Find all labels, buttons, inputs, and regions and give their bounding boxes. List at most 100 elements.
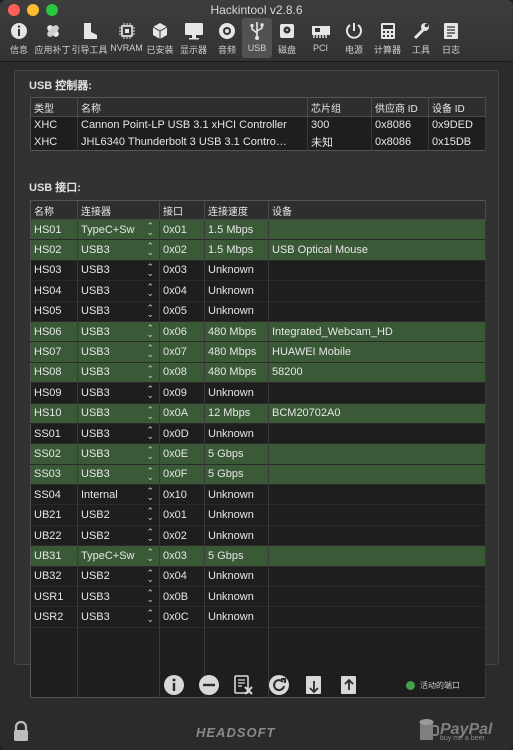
- connector-select[interactable]: Internal ⌃ ⌄: [77, 484, 160, 505]
- up-down-chevron-icon: ⌃ ⌄: [146, 588, 154, 605]
- boot-icon: [79, 21, 101, 41]
- port-row[interactable]: HS07 USB3 ⌃ ⌄ 0x07 480 Mbps HUAWEI Mobile: [30, 341, 486, 363]
- toolbar-pci[interactable]: PCI: [302, 18, 339, 58]
- port-row[interactable]: HS03 USB3 ⌃ ⌄ 0x03 Unknown: [30, 259, 486, 281]
- port-row[interactable]: USR1 USB3 ⌃ ⌄ 0x0B Unknown: [30, 586, 486, 607]
- column-header-device-id[interactable]: 设备 ID: [428, 97, 486, 117]
- controller-chipset-cell: 300: [307, 116, 372, 134]
- toolbar-calculator[interactable]: 计算器: [369, 18, 406, 58]
- connector-select[interactable]: USB3 ⌃ ⌄: [77, 422, 160, 444]
- column-header-name[interactable]: 名称: [77, 97, 308, 117]
- connector-value: USB3: [81, 447, 110, 460]
- column-header-chipset[interactable]: 芯片组: [307, 97, 372, 117]
- port-row[interactable]: HS05 USB3 ⌃ ⌄ 0x05 Unknown: [30, 300, 486, 322]
- toolbar: 信息 应用补丁 引导工具 NVRAM 已安装 显示器 音频 USB 磁盘 PCI…: [4, 18, 466, 58]
- port-row[interactable]: HS10 USB3 ⌃ ⌄ 0x0A 12 Mbps BCM20702A0: [30, 402, 486, 424]
- port-row[interactable]: HS08 USB3 ⌃ ⌄ 0x08 480 Mbps 58200: [30, 361, 486, 383]
- column-header-type[interactable]: 类型: [30, 97, 78, 117]
- port-number-cell: 0x03: [159, 545, 205, 567]
- toolbar-installed[interactable]: 已安装: [145, 18, 175, 58]
- port-number-cell: 0x08: [159, 361, 205, 383]
- port-row[interactable]: HS09 USB3 ⌃ ⌄ 0x09 Unknown: [30, 382, 486, 404]
- port-name-cell: SS04: [30, 484, 78, 505]
- connector-select[interactable]: USB3 ⌃ ⌄: [77, 239, 160, 261]
- toolbar-info[interactable]: 信息: [4, 18, 34, 58]
- connector-select[interactable]: USB2 ⌃ ⌄: [77, 504, 160, 526]
- port-row[interactable]: UB21 USB2 ⌃ ⌄ 0x01 Unknown: [30, 504, 486, 526]
- paypal-donate-button[interactable]: PayPal buy me a beer: [418, 717, 492, 746]
- port-row[interactable]: UB32 USB2 ⌃ ⌄ 0x04 Unknown: [30, 565, 486, 587]
- connector-select[interactable]: USB3 ⌃ ⌄: [77, 300, 160, 322]
- disk-icon: [276, 21, 298, 41]
- import-button[interactable]: [302, 674, 326, 698]
- port-number-cell: 0x0D: [159, 422, 205, 444]
- controller-row[interactable]: XHC Cannon Point-LP USB 3.1 xHCI Controll…: [30, 116, 486, 134]
- connector-select[interactable]: USB3 ⌃ ⌄: [77, 280, 160, 302]
- up-down-chevron-icon: ⌃ ⌄: [146, 221, 154, 237]
- connector-select[interactable]: USB3 ⌃ ⌄: [77, 259, 160, 281]
- connector-select[interactable]: USB2 ⌃ ⌄: [77, 565, 160, 587]
- connector-select[interactable]: USB3 ⌃ ⌄: [77, 586, 160, 607]
- info-button[interactable]: [162, 674, 186, 698]
- connector-select[interactable]: TypeC+Sw ⌃ ⌄: [77, 545, 160, 567]
- connector-select[interactable]: USB3 ⌃ ⌄: [77, 443, 160, 465]
- port-row[interactable]: SS01 USB3 ⌃ ⌄ 0x0D Unknown: [30, 422, 486, 444]
- controller-row[interactable]: XHC JHL6340 Thunderbolt 3 USB 3.1 Contro……: [30, 133, 486, 151]
- toolbar-power[interactable]: 电源: [339, 18, 369, 58]
- connector-value: USB3: [81, 407, 110, 420]
- toolbar-disk[interactable]: 磁盘: [272, 18, 302, 58]
- installed-icon: [149, 21, 171, 41]
- port-row[interactable]: UB22 USB2 ⌃ ⌄ 0x02 Unknown: [30, 524, 486, 546]
- connector-select[interactable]: USB3 ⌃ ⌄: [77, 463, 160, 485]
- port-row[interactable]: HS01 TypeC+Sw ⌃ ⌄ 0x01 1.5 Mbps: [30, 218, 486, 240]
- column-header-vendor-id[interactable]: 供应商 ID: [371, 97, 429, 117]
- port-row[interactable]: HS04 USB3 ⌃ ⌄ 0x04 Unknown: [30, 280, 486, 302]
- toolbar-display[interactable]: 显示器: [175, 18, 212, 58]
- column-header-speed[interactable]: 连接速度: [204, 200, 269, 220]
- import-icon: [303, 674, 325, 699]
- refresh-icon: [268, 674, 290, 699]
- connector-select[interactable]: USB3 ⌃ ⌄: [77, 606, 160, 628]
- connector-select[interactable]: USB3 ⌃ ⌄: [77, 361, 160, 383]
- connector-select[interactable]: TypeC+Sw ⌃ ⌄: [77, 218, 160, 240]
- remove-button[interactable]: [197, 674, 221, 698]
- toolbar-usb[interactable]: USB: [242, 18, 272, 58]
- connector-select[interactable]: USB3 ⌃ ⌄: [77, 402, 160, 424]
- refresh-button[interactable]: [267, 674, 291, 698]
- port-row[interactable]: HS02 USB3 ⌃ ⌄ 0x02 1.5 Mbps USB Optical Mouse: [30, 239, 486, 261]
- port-speed-cell: Unknown: [204, 259, 269, 281]
- toolbar-tools[interactable]: 工具: [406, 18, 436, 58]
- port-row[interactable]: HS06 USB3 ⌃ ⌄ 0x06 480 Mbps Integrated_Webcam_…: [30, 320, 486, 342]
- port-speed-cell: 5 Gbps: [204, 443, 269, 465]
- connector-select[interactable]: USB3 ⌃ ⌄: [77, 382, 160, 404]
- port-row[interactable]: SS04 Internal ⌃ ⌄ 0x10 Unknown: [30, 484, 486, 505]
- toolbar-audio[interactable]: 音频: [212, 18, 242, 58]
- port-device-cell: [268, 280, 486, 302]
- port-speed-cell: Unknown: [204, 504, 269, 526]
- clear-button[interactable]: [232, 674, 256, 698]
- controller-type-cell: XHC: [30, 116, 78, 134]
- toolbar-patch[interactable]: 应用补丁: [34, 18, 71, 58]
- port-speed-cell: Unknown: [204, 300, 269, 322]
- port-number-cell: 0x0C: [159, 606, 205, 628]
- toolbar-nvram[interactable]: NVRAM: [108, 18, 145, 58]
- column-header-port-name[interactable]: 名称: [30, 200, 78, 220]
- port-row[interactable]: SS02 USB3 ⌃ ⌄ 0x0E 5 Gbps: [30, 443, 486, 465]
- connector-select[interactable]: USB3 ⌃ ⌄: [77, 341, 160, 363]
- column-header-connector[interactable]: 连接器: [77, 200, 160, 220]
- port-row[interactable]: SS03 USB3 ⌃ ⌄ 0x0F 5 Gbps: [30, 463, 486, 485]
- up-down-chevron-icon: ⌃ ⌄: [146, 506, 154, 523]
- toolbar-log[interactable]: 日志: [436, 18, 466, 58]
- connector-select[interactable]: USB3 ⌃ ⌄: [77, 320, 160, 342]
- export-button[interactable]: [337, 674, 361, 698]
- port-row[interactable]: UB31 TypeC+Sw ⌃ ⌄ 0x03 5 Gbps: [30, 545, 486, 567]
- port-row[interactable]: USR2 USB3 ⌃ ⌄ 0x0C Unknown: [30, 606, 486, 628]
- port-speed-cell: Unknown: [204, 606, 269, 628]
- lock-icon[interactable]: [12, 720, 30, 745]
- port-speed-cell: 5 Gbps: [204, 545, 269, 567]
- toolbar-boot[interactable]: 引导工具: [71, 18, 108, 58]
- connector-select[interactable]: USB2 ⌃ ⌄: [77, 524, 160, 546]
- up-down-chevron-icon: ⌃ ⌄: [146, 322, 154, 339]
- column-header-port[interactable]: 接口: [159, 200, 205, 220]
- column-header-device[interactable]: 设备: [268, 200, 486, 220]
